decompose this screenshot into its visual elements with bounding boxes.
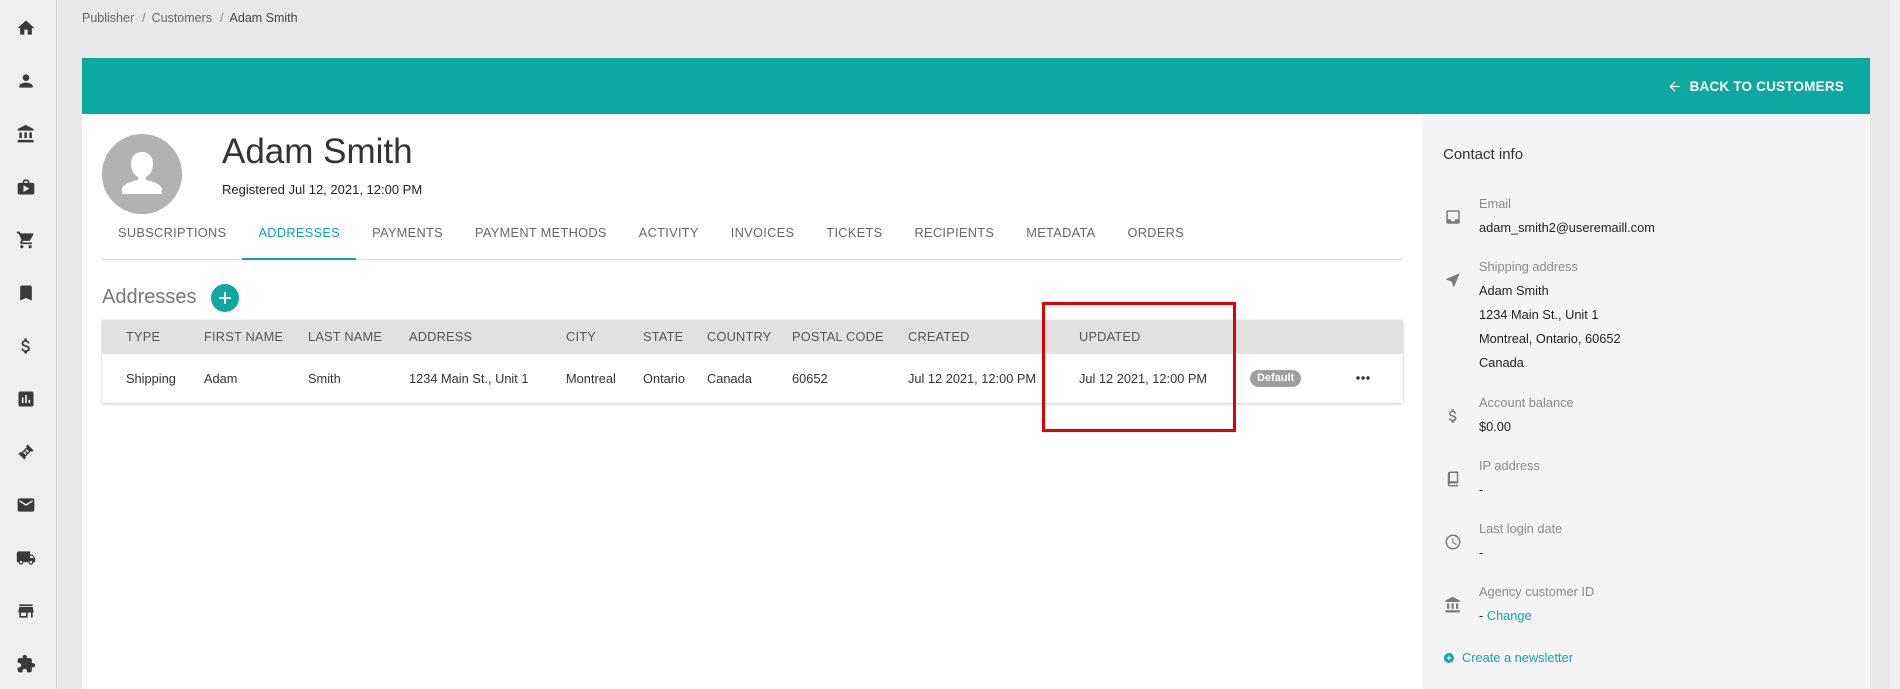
- cell-last-name: Smith: [308, 371, 341, 386]
- breadcrumb-separator: /: [142, 11, 146, 25]
- customer-name: Adam Smith: [222, 132, 413, 171]
- tab-invoices[interactable]: INVOICES: [715, 208, 811, 260]
- email-label: Email: [1479, 196, 1511, 211]
- truck-icon[interactable]: [16, 548, 36, 568]
- breadcrumb-customers[interactable]: Customers: [152, 11, 212, 25]
- ip-address-value: -: [1479, 482, 1484, 497]
- shipping-line-1: Adam Smith: [1479, 283, 1549, 298]
- column-state[interactable]: STATE: [643, 320, 683, 354]
- breadcrumb-separator: /: [220, 11, 224, 25]
- tab-payments[interactable]: PAYMENTS: [356, 208, 459, 260]
- cell-address: 1234 Main St., Unit 1: [409, 371, 529, 386]
- shipping-address-label: Shipping address: [1479, 259, 1578, 274]
- tab-recipients[interactable]: RECIPIENTS: [898, 208, 1010, 260]
- tab-activity[interactable]: ACTIVITY: [623, 208, 715, 260]
- chart-icon[interactable]: [16, 389, 36, 409]
- more-horizontal-icon: [1356, 376, 1370, 380]
- cell-first-name: Adam: [204, 371, 238, 386]
- cart-icon[interactable]: [16, 230, 36, 250]
- person-icon[interactable]: [16, 71, 36, 91]
- customer-main: Adam Smith Registered Jul 12, 2021, 12:0…: [82, 114, 1422, 689]
- navigation-icon: [1444, 271, 1462, 289]
- email-icon: [1444, 208, 1462, 226]
- column-created[interactable]: CREATED: [908, 320, 970, 354]
- breadcrumb: Publisher / Customers / Adam Smith: [82, 11, 298, 25]
- shipping-line-2: 1234 Main St., Unit 1: [1479, 307, 1599, 322]
- account-balance-value: $0.00: [1479, 419, 1512, 434]
- add-circle-icon: [1444, 652, 1454, 663]
- create-newsletter-label: Create a newsletter: [1462, 650, 1573, 665]
- cell-updated: Jul 12 2021, 12:00 PM: [1079, 371, 1208, 386]
- agency-customer-id-label: Agency customer ID: [1479, 584, 1595, 599]
- agency-customer-id-value: - Change: [1479, 608, 1532, 623]
- agency-customer-id-text: -: [1479, 608, 1484, 623]
- book-icon: [1444, 470, 1462, 488]
- customer-tabs: SUBSCRIPTIONS ADDRESSES PAYMENTS PAYMENT…: [102, 208, 1402, 260]
- last-login-label: Last login date: [1479, 521, 1563, 536]
- shipping-line-3: Montreal, Ontario, 60652: [1479, 331, 1621, 346]
- puzzle-icon[interactable]: [16, 654, 36, 674]
- customer-card: BACK TO CUSTOMERS Adam Smith Registered …: [82, 58, 1870, 689]
- row-actions-button[interactable]: [1352, 370, 1374, 386]
- registered-date: Registered Jul 12, 2021, 12:00 PM: [222, 182, 423, 197]
- mail-icon[interactable]: [16, 495, 36, 515]
- tab-metadata[interactable]: METADATA: [1010, 208, 1111, 260]
- dollar-icon: [1444, 407, 1462, 425]
- clock-icon: [1444, 533, 1462, 551]
- add-address-button[interactable]: [211, 284, 239, 312]
- change-agency-link[interactable]: Change: [1487, 608, 1532, 623]
- column-postal-code[interactable]: POSTAL CODE: [792, 320, 884, 354]
- plus-icon: [219, 292, 231, 304]
- column-last-name[interactable]: LAST NAME: [308, 320, 382, 354]
- column-city[interactable]: CITY: [566, 320, 596, 354]
- ticket-icon[interactable]: [16, 442, 36, 462]
- last-login-value: -: [1479, 545, 1484, 560]
- cell-type: Shipping: [126, 371, 176, 386]
- cell-created: Jul 12 2021, 12:00 PM: [908, 371, 1037, 386]
- section-title: Addresses: [102, 286, 197, 308]
- arrow-left-icon: [1669, 81, 1680, 91]
- tab-orders[interactable]: ORDERS: [1112, 208, 1201, 260]
- breadcrumb-current: Adam Smith: [229, 11, 298, 25]
- home-icon[interactable]: [16, 18, 36, 38]
- tab-addresses[interactable]: ADDRESSES: [242, 208, 357, 260]
- contact-info-title: Contact info: [1443, 146, 1524, 163]
- column-address[interactable]: ADDRESS: [409, 320, 472, 354]
- dollar-icon[interactable]: [16, 336, 36, 356]
- avatar: [102, 134, 182, 214]
- sidebar-nav: [0, 0, 57, 689]
- default-badge: Default: [1250, 370, 1302, 387]
- store-icon[interactable]: [16, 601, 36, 621]
- email-value: adam_smith2@useremaill.com: [1479, 220, 1655, 235]
- person-silhouette-icon: [102, 134, 182, 214]
- bookmark-icon[interactable]: [16, 283, 36, 303]
- create-newsletter-link[interactable]: Create a newsletter: [1443, 650, 1573, 665]
- column-country[interactable]: COUNTRY: [707, 320, 771, 354]
- ip-address-label: IP address: [1479, 458, 1540, 473]
- back-to-customers-button[interactable]: BACK TO CUSTOMERS: [1667, 75, 1844, 97]
- shipping-line-4: Canada: [1479, 355, 1524, 370]
- contact-info-panel: Contact info Email adam_smith2@useremail…: [1422, 114, 1870, 689]
- bank-icon[interactable]: [16, 124, 36, 144]
- page-scrollbar[interactable]: [1890, 0, 1900, 689]
- cell-city: Montreal: [566, 371, 616, 386]
- tab-payment-methods[interactable]: PAYMENT METHODS: [459, 208, 623, 260]
- bank-icon: [1444, 596, 1462, 614]
- briefcase-icon[interactable]: [16, 177, 36, 197]
- tab-subscriptions[interactable]: SUBSCRIPTIONS: [102, 208, 242, 260]
- back-to-customers-label: BACK TO CUSTOMERS: [1689, 78, 1844, 94]
- cell-postal-code: 60652: [792, 371, 828, 386]
- card-header: BACK TO CUSTOMERS: [82, 58, 1870, 114]
- account-balance-label: Account balance: [1479, 395, 1574, 410]
- tab-tickets[interactable]: TICKETS: [810, 208, 898, 260]
- table-header: TYPE FIRST NAME LAST NAME ADDRESS CITY S…: [102, 320, 1403, 354]
- column-type[interactable]: TYPE: [126, 320, 160, 354]
- cell-state: Ontario: [643, 371, 685, 386]
- addresses-table: TYPE FIRST NAME LAST NAME ADDRESS CITY S…: [102, 320, 1403, 403]
- column-first-name[interactable]: FIRST NAME: [204, 320, 283, 354]
- cell-country: Canada: [707, 371, 752, 386]
- breadcrumb-publisher[interactable]: Publisher: [82, 11, 134, 25]
- column-updated[interactable]: UPDATED: [1079, 320, 1141, 354]
